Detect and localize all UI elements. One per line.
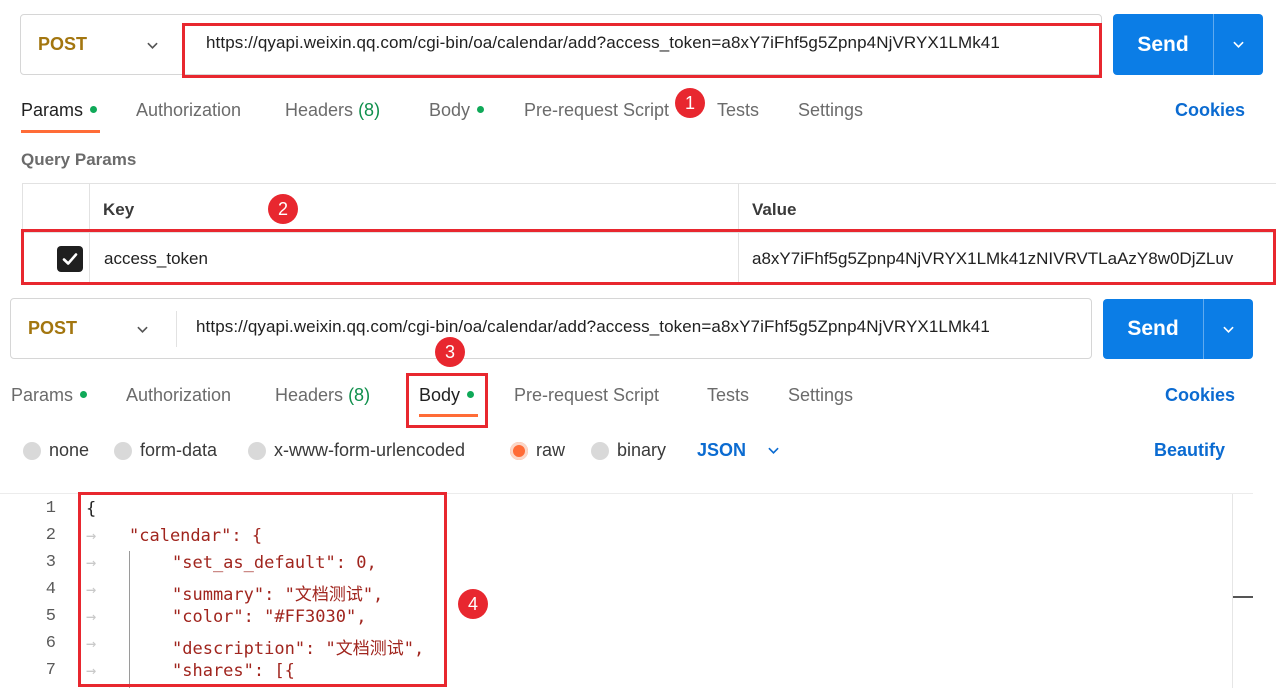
status-dot: [477, 105, 485, 113]
line-number: 7: [45, 661, 56, 680]
chevron-down-icon: [768, 447, 779, 454]
annotation-box-url: [182, 23, 1102, 78]
status-dot: [90, 105, 98, 113]
url-input-bottom[interactable]: https://qyapi.weixin.qq.com/cgi-bin/oa/c…: [196, 317, 1081, 343]
radio-label: none: [49, 440, 90, 460]
tab-label: Params: [11, 385, 74, 405]
format-label: JSON: [697, 440, 747, 460]
chevron-down-icon: [137, 326, 148, 333]
tab-label: Settings: [798, 100, 864, 120]
send-button-bottom[interactable]: Send: [1103, 299, 1253, 359]
tab-authorization-bottom[interactable]: Authorization: [126, 385, 231, 406]
line-number: 2: [45, 526, 56, 545]
tab-params-bottom[interactable]: Params: [11, 385, 88, 406]
method-label: POST: [28, 318, 78, 338]
cookies-link-bottom[interactable]: Cookies: [1165, 385, 1235, 406]
radio-icon: [248, 441, 266, 460]
send-options-button[interactable]: [1204, 324, 1253, 335]
tab-label: Params: [21, 100, 84, 120]
method-url-divider: [176, 311, 177, 347]
tab-headers-top[interactable]: Headers (8): [285, 100, 380, 121]
annotation-badge: 2: [268, 194, 298, 224]
line-number: 1: [45, 499, 56, 518]
annotation-badge: 1: [675, 88, 705, 118]
tab-label: Tests: [707, 385, 750, 405]
tab-label: Pre-request Script: [524, 100, 670, 120]
method-select-top[interactable]: POST: [21, 15, 181, 74]
column-header-key: Key: [103, 200, 135, 219]
query-params-title: Query Params: [21, 150, 137, 169]
tab-body-top[interactable]: Body: [429, 100, 485, 121]
format-select[interactable]: JSON: [697, 440, 779, 461]
scroll-thumb[interactable]: [1233, 596, 1253, 598]
tab-authorization-top[interactable]: Authorization: [136, 100, 241, 121]
tab-label: Authorization: [126, 385, 232, 405]
send-label: Send: [1127, 317, 1179, 340]
tab-label: Headers: [275, 385, 344, 405]
tab-label: Settings: [788, 385, 854, 405]
tab-pre-request-script-bottom[interactable]: Pre-request Script: [514, 385, 659, 406]
status-dot: [80, 390, 88, 398]
radio-label: x-www-form-urlencoded: [274, 440, 466, 460]
radio-icon: [23, 441, 41, 460]
method-label: POST: [38, 34, 88, 54]
chevron-down-icon: [1233, 41, 1244, 48]
tab-label: Authorization: [136, 100, 242, 120]
url-bar-bottom: POST https://qyapi.weixin.qq.com/cgi-bin…: [10, 298, 1092, 359]
chevron-down-icon: [1223, 326, 1234, 333]
tab-params-top[interactable]: Params: [21, 100, 98, 121]
radio-label: raw: [536, 440, 566, 460]
body-mode-x-www-form-urlencoded[interactable]: x-www-form-urlencoded: [248, 440, 465, 461]
cookies-link-top[interactable]: Cookies: [1175, 100, 1245, 121]
line-number: 4: [45, 580, 56, 599]
tab-settings-bottom[interactable]: Settings: [788, 385, 853, 406]
body-mode-raw[interactable]: raw: [510, 440, 565, 461]
line-number: 6: [45, 634, 56, 653]
radio-icon: [591, 441, 609, 460]
send-label: Send: [1137, 32, 1189, 56]
send-options-button[interactable]: [1214, 39, 1263, 50]
annotation-box-code: [78, 492, 447, 687]
tab-label: Tests: [717, 100, 760, 120]
editor-scrollbar[interactable]: [1232, 494, 1253, 688]
tab-headers-bottom[interactable]: Headers (8): [275, 385, 370, 406]
body-mode-none[interactable]: none: [23, 440, 89, 461]
tab-tests-top[interactable]: Tests: [717, 100, 759, 121]
beautify-link[interactable]: Beautify: [1154, 440, 1225, 461]
radio-label: form-data: [140, 440, 218, 460]
annotation-box-params: [21, 229, 1276, 285]
tab-label: Pre-request Script: [514, 385, 660, 405]
radio-icon: [114, 441, 132, 460]
tab-label: Headers: [285, 100, 354, 120]
tab-pre-request-script-top[interactable]: Pre-request Script: [524, 100, 669, 121]
tab-label: Body: [429, 100, 471, 120]
radio-selected-icon: [510, 441, 528, 460]
headers-count: (8): [348, 385, 371, 405]
tab-tests-bottom[interactable]: Tests: [707, 385, 749, 406]
annotation-badge: 3: [435, 337, 465, 367]
line-number: 5: [45, 607, 56, 626]
body-mode-binary[interactable]: binary: [591, 440, 666, 461]
tab-settings-top[interactable]: Settings: [798, 100, 863, 121]
send-button-top[interactable]: Send: [1113, 14, 1263, 75]
line-number: 3: [45, 553, 56, 572]
annotation-box-body-tab: [406, 373, 488, 428]
headers-count: (8): [358, 100, 381, 120]
method-select-bottom[interactable]: POST: [11, 299, 176, 358]
active-tab-underline: [21, 130, 100, 133]
chevron-down-icon: [147, 42, 158, 49]
annotation-badge: 4: [458, 589, 488, 619]
column-header-value: Value: [752, 200, 797, 219]
body-mode-form-data[interactable]: form-data: [114, 440, 217, 461]
radio-label: binary: [617, 440, 667, 460]
